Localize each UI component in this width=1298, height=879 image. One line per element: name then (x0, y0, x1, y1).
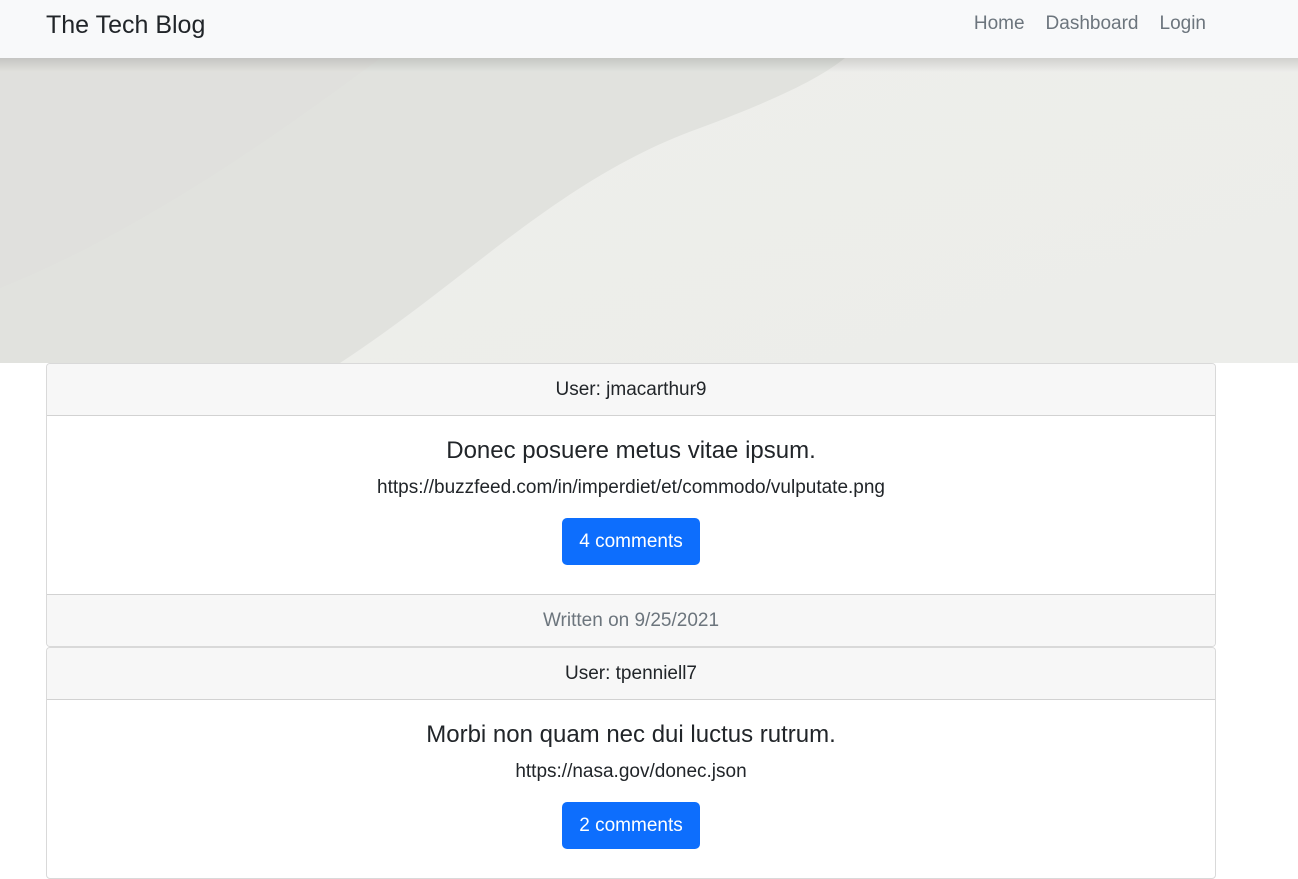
post-text: https://buzzfeed.com/in/imperdiet/et/com… (377, 477, 885, 498)
post-text: https://nasa.gov/donec.json (515, 761, 747, 782)
nav-home-link[interactable]: Home (974, 12, 1025, 36)
post-body: Morbi non quam nec dui luctus rutrum. ht… (47, 700, 1215, 878)
nav-links: Home Dashboard Login (974, 12, 1206, 36)
posts-list: User: jmacarthur9 Donec posuere metus vi… (46, 363, 1216, 879)
post-user-header: User: tpenniell7 (47, 648, 1215, 700)
brand-link[interactable]: The Tech Blog (46, 10, 205, 40)
post-user-header: User: jmacarthur9 (47, 364, 1215, 416)
post-date-footer: Written on 9/25/2021 (47, 594, 1215, 646)
hero-banner (0, 58, 1298, 363)
comments-button[interactable]: 2 comments (562, 802, 700, 849)
nav-dashboard-link[interactable]: Dashboard (1046, 12, 1139, 36)
post-card: User: jmacarthur9 Donec posuere metus vi… (46, 363, 1216, 647)
navbar: The Tech Blog Home Dashboard Login (0, 0, 1298, 58)
nav-login-link[interactable]: Login (1160, 12, 1207, 36)
post-body: Donec posuere metus vitae ipsum. https:/… (47, 416, 1215, 594)
hero-background-shape (0, 58, 1298, 363)
post-title: Morbi non quam nec dui luctus rutrum. (426, 721, 836, 748)
post-card: User: tpenniell7 Morbi non quam nec dui … (46, 647, 1216, 879)
post-title: Donec posuere metus vitae ipsum. (446, 437, 816, 464)
hero-top-shadow (0, 58, 1298, 72)
comments-button[interactable]: 4 comments (562, 518, 700, 565)
